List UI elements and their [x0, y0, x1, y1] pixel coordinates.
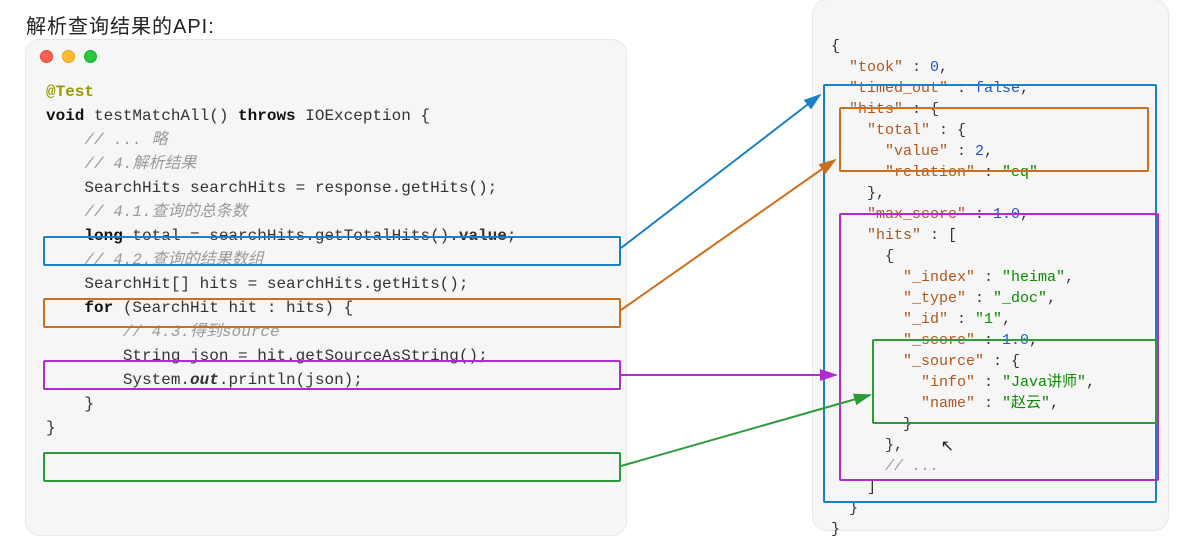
json-str: "heima": [1002, 269, 1065, 286]
kw-throws: throws: [238, 107, 296, 125]
colon: :: [948, 311, 975, 328]
kw-for: for: [84, 299, 113, 317]
kw-long: long: [84, 227, 122, 245]
json-key: "info": [831, 374, 975, 391]
cursor-icon: ↖: [941, 436, 954, 456]
colon: :: [966, 290, 993, 307]
comment: // 4.2.查询的结果数组: [46, 251, 264, 269]
json-num: 2: [975, 143, 984, 160]
indent: [46, 299, 84, 317]
colon: :: [975, 332, 1002, 349]
page-title: 解析查询结果的API:: [26, 10, 215, 39]
json-key: "total": [831, 122, 930, 139]
comment: // ... 略: [46, 131, 168, 149]
json-num: 1.0: [1002, 332, 1029, 349]
json-key: "_type": [831, 290, 966, 307]
text: : {: [930, 122, 966, 139]
comma: ,: [1050, 395, 1059, 412]
comma: ,: [1029, 332, 1038, 349]
colon: :: [975, 269, 1002, 286]
json-key: "relation": [831, 164, 975, 181]
text: (SearchHit hit : hits) {: [113, 299, 353, 317]
json-str: "Java讲师": [1002, 374, 1086, 391]
text: ;: [507, 227, 517, 245]
colon: :: [948, 80, 975, 97]
brace: }: [831, 500, 858, 517]
field-out: out: [190, 371, 219, 389]
json-key: "_index": [831, 269, 975, 286]
json-key: "_score": [831, 332, 975, 349]
colon: :: [903, 59, 930, 76]
text: .println(json);: [219, 371, 363, 389]
comma: ,: [984, 143, 993, 160]
code-line: SearchHits searchHits = response.getHits…: [46, 179, 497, 197]
brace: }: [831, 416, 912, 433]
colon: :: [975, 395, 1002, 412]
comment: // 4.解析结果: [46, 155, 196, 173]
window-titlebar: [26, 40, 626, 72]
maximize-icon: [84, 50, 97, 63]
comma: ,: [1065, 269, 1074, 286]
right-code-window: { "took" : 0, "timed_out" : false, "hits…: [813, 0, 1168, 530]
json-str: "_doc": [993, 290, 1047, 307]
comma: ,: [1047, 290, 1056, 307]
annotation: @Test: [46, 83, 94, 101]
comma: ,: [1020, 80, 1029, 97]
json-key: "hits": [831, 227, 921, 244]
prop-value: value: [459, 227, 507, 245]
text: IOException {: [296, 107, 430, 125]
text: : {: [984, 353, 1020, 370]
left-code-area: @Test void testMatchAll() throws IOExcep…: [26, 72, 626, 456]
json-key: "value": [831, 143, 948, 160]
left-code-window: @Test void testMatchAll() throws IOExcep…: [26, 40, 626, 535]
comment: // 4.3.得到source: [46, 323, 280, 341]
comment: // ...: [831, 458, 939, 475]
text: System.: [46, 371, 190, 389]
colon: :: [966, 206, 993, 223]
right-code-area: { "took" : 0, "timed_out" : false, "hits…: [813, 32, 1168, 550]
method-name: testMatchAll(): [84, 107, 238, 125]
code-line: SearchHit[] hits = searchHits.getHits();: [46, 275, 468, 293]
code-line: }: [46, 395, 94, 413]
code-line: String json = hit.getSourceAsString();: [46, 347, 488, 365]
json-str: "eq": [1002, 164, 1038, 181]
json-str: "赵云": [1002, 395, 1050, 412]
kw-void: void: [46, 107, 84, 125]
comma: ,: [1020, 206, 1029, 223]
code-line: }: [46, 419, 56, 437]
indent: [46, 227, 84, 245]
colon: :: [948, 143, 975, 160]
json-num: 0: [930, 59, 939, 76]
colon: :: [975, 164, 1002, 181]
close-icon: [40, 50, 53, 63]
text: : {: [903, 101, 939, 118]
brace: {: [831, 248, 894, 265]
comma: ,: [1002, 311, 1011, 328]
text: : [: [921, 227, 957, 244]
comma: ,: [939, 59, 948, 76]
window-titlebar: [813, 0, 1168, 32]
bracket: ]: [831, 479, 876, 496]
comment: // 4.1.查询的总条数: [46, 203, 248, 221]
text: total = searchHits.getTotalHits().: [123, 227, 459, 245]
json-bool: false: [975, 80, 1020, 97]
json-key: "max_score": [831, 206, 966, 223]
json-key: "name": [831, 395, 975, 412]
json-str: "1": [975, 311, 1002, 328]
brace: },: [831, 437, 903, 454]
brace: },: [831, 185, 885, 202]
comma: ,: [1086, 374, 1095, 391]
json-key: "_id": [831, 311, 948, 328]
json-key: "timed_out": [831, 80, 948, 97]
brace: {: [831, 38, 840, 55]
json-num: 1.0: [993, 206, 1020, 223]
json-key: "hits": [831, 101, 903, 118]
brace: }: [831, 521, 840, 538]
json-key: "_source": [831, 353, 984, 370]
minimize-icon: [62, 50, 75, 63]
json-key: "took": [831, 59, 903, 76]
colon: :: [975, 374, 1002, 391]
